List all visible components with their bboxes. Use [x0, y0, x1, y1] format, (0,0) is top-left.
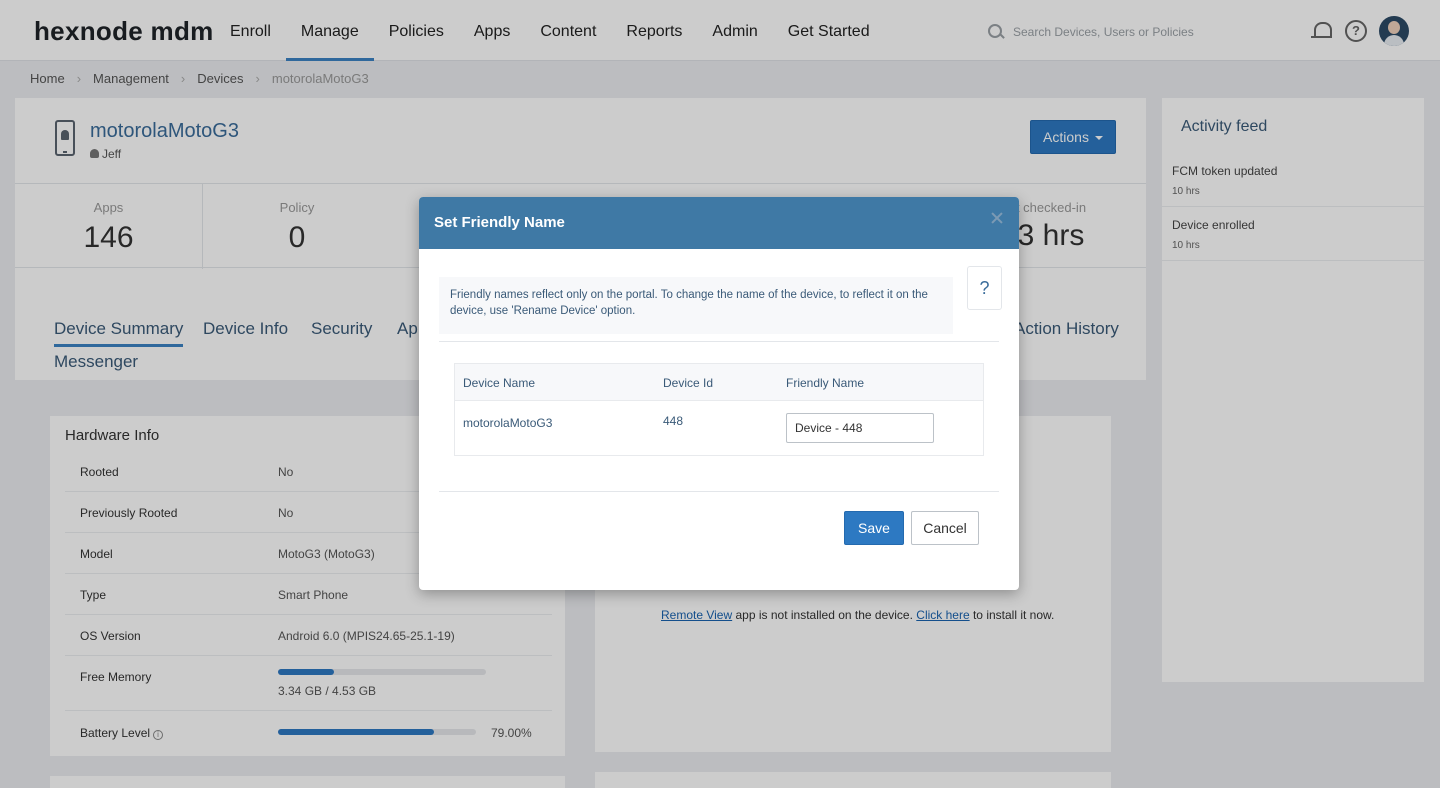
col-device-name: Device Name	[463, 376, 536, 390]
cell-device-id: 448	[663, 414, 684, 428]
divider	[439, 491, 999, 492]
save-button[interactable]: Save	[844, 511, 904, 545]
modal-title: Set Friendly Name	[434, 214, 565, 231]
help-question-button[interactable]: ?	[967, 266, 1002, 310]
friendly-name-table: Device Name Device Id Friendly Name moto…	[454, 363, 984, 456]
table-header: Device Name Device Id Friendly Name	[455, 364, 983, 401]
divider	[439, 341, 999, 342]
friendly-name-input[interactable]	[786, 413, 934, 443]
cell-device-name: motorolaMotoG3	[463, 416, 553, 430]
friendly-name-note: Friendly names reflect only on the porta…	[439, 277, 953, 334]
set-friendly-name-dialog: Set Friendly Name Friendly names reflect…	[419, 197, 1019, 590]
modal-header: Set Friendly Name	[419, 197, 1019, 249]
col-friendly-name: Friendly Name	[786, 376, 865, 390]
close-icon[interactable]	[990, 211, 1004, 225]
cancel-button[interactable]: Cancel	[911, 511, 979, 545]
col-device-id: Device Id	[663, 376, 714, 390]
table-row: motorolaMotoG3 448	[455, 401, 983, 456]
